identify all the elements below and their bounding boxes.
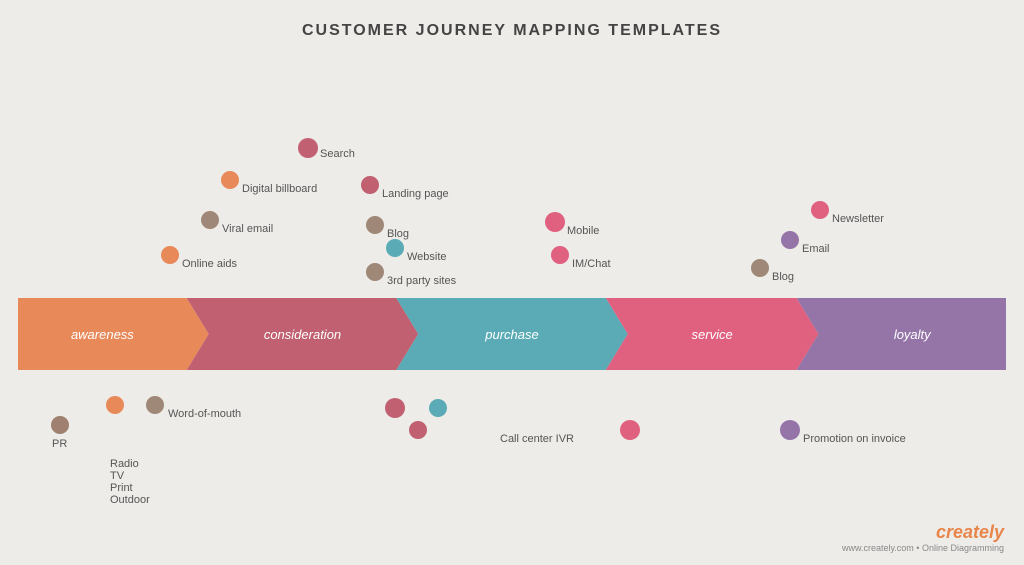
dot-19: [781, 231, 799, 249]
brand-name: creately: [842, 522, 1004, 543]
dot-5: [201, 211, 219, 229]
label-2: Radio TV Print Outdoor: [110, 458, 150, 506]
label-4: Online aids: [182, 258, 237, 270]
dot-8: [361, 176, 379, 194]
dot-12: [385, 398, 405, 418]
label-11: 3rd party sites: [387, 275, 456, 287]
label-21: Promotion on invoice: [803, 433, 906, 445]
label-8: Landing page: [382, 188, 449, 200]
dot-7: [298, 138, 318, 158]
label-6: Digital billboard: [242, 183, 317, 195]
segment-loyalty: loyalty: [797, 298, 1007, 370]
dot-18: [751, 259, 769, 277]
label-7: Search: [320, 148, 355, 160]
dot-3: [146, 396, 164, 414]
dot-4: [161, 246, 179, 264]
dot-14: [409, 421, 427, 439]
dot-15: [545, 212, 565, 232]
label-19: Email: [802, 243, 830, 255]
dot-0: [51, 416, 69, 434]
label-17: Call center IVR: [500, 433, 574, 445]
dot-21: [780, 420, 800, 440]
segment-consideration: consideration: [187, 298, 419, 370]
label-18: Blog: [772, 271, 794, 283]
segment-purchase: purchase: [396, 298, 628, 370]
dot-13: [429, 399, 447, 417]
dot-9: [366, 216, 384, 234]
watermark: creately www.creately.com • Online Diagr…: [842, 522, 1004, 553]
label-0: PR: [52, 438, 67, 450]
label-3: Word-of-mouth: [168, 408, 241, 420]
label-15: Mobile: [567, 225, 599, 237]
journey-ribbon: awarenessconsiderationpurchaseserviceloy…: [18, 298, 1006, 370]
brand-sub: www.creately.com • Online Diagramming: [842, 543, 1004, 553]
label-5: Viral email: [222, 223, 273, 235]
label-9: Blog: [387, 228, 409, 240]
page-title: CUSTOMER JOURNEY MAPPING TEMPLATES: [0, 0, 1024, 40]
label-20: Newsletter: [832, 213, 884, 225]
main-container: CUSTOMER JOURNEY MAPPING TEMPLATES aware…: [0, 0, 1024, 565]
dot-17: [620, 420, 640, 440]
dot-16: [551, 246, 569, 264]
label-10: Website: [407, 251, 447, 263]
dot-11: [366, 263, 384, 281]
dot-10: [386, 239, 404, 257]
dot-6: [221, 171, 239, 189]
label-16: IM/Chat: [572, 258, 611, 270]
segment-awareness: awareness: [18, 298, 209, 370]
segment-service: service: [606, 298, 819, 370]
dot-20: [811, 201, 829, 219]
dot-1: [106, 396, 124, 414]
